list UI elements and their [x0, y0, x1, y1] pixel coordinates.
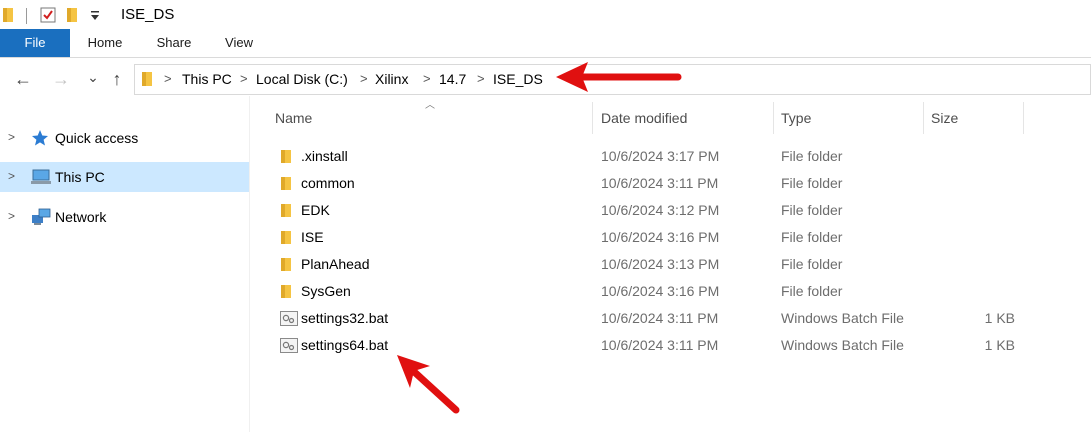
chevron-right-icon[interactable]: > — [164, 71, 172, 86]
file-date-modified: 10/6/2024 3:16 PM — [601, 229, 720, 245]
file-date-modified: 10/6/2024 3:11 PM — [601, 337, 719, 353]
up-button[interactable]: ↑ — [106, 68, 128, 90]
column-header-size[interactable]: Size — [927, 102, 1023, 134]
chevron-right-icon[interactable]: > — [8, 209, 15, 223]
file-name: common — [301, 175, 355, 191]
file-type: File folder — [781, 202, 843, 218]
quick-access-separator — [26, 8, 27, 24]
column-header-name[interactable]: Name — [271, 102, 591, 134]
breadcrumb-local-disk[interactable]: Local Disk (C:) — [256, 71, 348, 87]
column-header-type[interactable]: Type — [777, 102, 923, 134]
breadcrumb-14-7[interactable]: 14.7 — [439, 71, 466, 87]
file-type: File folder — [781, 256, 843, 272]
recent-locations-button[interactable]: ⌄ — [82, 66, 104, 88]
breadcrumb-xilinx[interactable]: Xilinx — [375, 71, 408, 87]
file-type: Windows Batch File — [781, 310, 904, 326]
sidebar-item-label: Quick access — [55, 130, 139, 146]
tab-share[interactable]: Share — [148, 29, 200, 57]
navigation-pane: > Quick access > This PC > Network — [0, 96, 250, 432]
table-row[interactable]: ISE 10/6/2024 3:16 PM File folder — [272, 224, 1032, 251]
file-date-modified: 10/6/2024 3:11 PM — [601, 310, 719, 326]
file-size: 1 KB — [984, 310, 1015, 326]
file-type: Windows Batch File — [781, 337, 904, 353]
file-name: ISE — [301, 229, 324, 245]
annotation-arrow — [397, 355, 460, 414]
folder-icon — [280, 203, 294, 221]
tab-file[interactable]: File — [0, 29, 70, 57]
table-row[interactable]: PlanAhead 10/6/2024 3:13 PM File folder — [272, 251, 1032, 278]
file-name: settings64.bat — [301, 337, 389, 353]
star-icon — [31, 129, 51, 147]
table-row[interactable]: settings32.bat 10/6/2024 3:11 PM Windows B… — [272, 305, 1032, 332]
computer-icon — [31, 168, 51, 186]
file-name: PlanAhead — [301, 256, 370, 272]
column-header-date[interactable]: Date modified — [597, 102, 773, 134]
customize-dropdown-icon[interactable] — [90, 8, 100, 25]
column-divider[interactable] — [773, 102, 774, 134]
folder-icon — [280, 176, 294, 194]
column-divider[interactable] — [923, 102, 924, 134]
file-name: SysGen — [301, 283, 351, 299]
chevron-right-icon[interactable]: > — [8, 130, 15, 144]
table-row[interactable]: settings64.bat 10/6/2024 3:11 PM Windows B… — [272, 332, 1032, 359]
properties-check-icon[interactable] — [40, 7, 56, 26]
sidebar-item-quick-access[interactable]: > Quick access — [0, 123, 249, 153]
chevron-right-icon[interactable]: > — [477, 71, 485, 86]
folder-icon — [280, 149, 294, 167]
tab-view[interactable]: View — [215, 29, 263, 57]
window-title: ISE_DS — [121, 6, 175, 23]
file-date-modified: 10/6/2024 3:12 PM — [601, 202, 720, 218]
folder-icon — [280, 257, 294, 275]
file-type: File folder — [781, 175, 843, 191]
column-divider[interactable] — [592, 102, 593, 134]
file-size: 1 KB — [984, 337, 1015, 353]
table-row[interactable]: SysGen 10/6/2024 3:16 PM File folder — [272, 278, 1032, 305]
table-row[interactable]: .xinstall 10/6/2024 3:17 PM File folder — [272, 143, 1032, 170]
sidebar-item-this-pc[interactable]: > This PC — [0, 162, 249, 192]
file-date-modified: 10/6/2024 3:17 PM — [601, 148, 720, 164]
folder-icon — [280, 230, 294, 248]
chevron-right-icon[interactable]: > — [423, 71, 431, 86]
address-bar[interactable]: > This PC > Local Disk (C:) > Xilinx > 1… — [134, 64, 1091, 95]
column-divider[interactable] — [1023, 102, 1024, 134]
ribbon-tabs: File Home Share View — [0, 29, 1091, 58]
folder-icon[interactable] — [2, 7, 16, 26]
network-icon — [31, 208, 51, 226]
table-row[interactable]: common 10/6/2024 3:11 PM File folder — [272, 170, 1032, 197]
file-name: EDK — [301, 202, 330, 218]
chevron-right-icon[interactable]: > — [8, 169, 15, 183]
sidebar-item-network[interactable]: > Network — [0, 202, 249, 232]
title-bar: ISE_DS — [0, 0, 1091, 30]
table-row[interactable]: EDK 10/6/2024 3:12 PM File folder — [272, 197, 1032, 224]
breadcrumb-ise-ds[interactable]: ISE_DS — [493, 71, 543, 87]
file-name: settings32.bat — [301, 310, 389, 326]
folder-icon — [280, 284, 294, 302]
file-date-modified: 10/6/2024 3:11 PM — [601, 175, 719, 191]
sidebar-item-label: Network — [55, 209, 107, 225]
batch-file-icon — [280, 338, 298, 356]
file-type: File folder — [781, 148, 843, 164]
file-date-modified: 10/6/2024 3:13 PM — [601, 256, 720, 272]
forward-button[interactable]: → — [50, 68, 72, 90]
batch-file-icon — [280, 311, 298, 329]
file-date-modified: 10/6/2024 3:16 PM — [601, 283, 720, 299]
sidebar-item-label: This PC — [55, 169, 105, 185]
back-button[interactable]: ← — [12, 68, 34, 90]
folder-icon — [141, 71, 154, 90]
chevron-right-icon[interactable]: > — [240, 71, 248, 86]
file-type: File folder — [781, 283, 843, 299]
breadcrumb-this-pc[interactable]: This PC — [182, 71, 232, 87]
new-folder-icon[interactable] — [66, 7, 80, 26]
tab-home[interactable]: Home — [78, 29, 132, 57]
chevron-right-icon[interactable]: > — [360, 71, 368, 86]
file-name: .xinstall — [301, 148, 348, 164]
file-type: File folder — [781, 229, 843, 245]
